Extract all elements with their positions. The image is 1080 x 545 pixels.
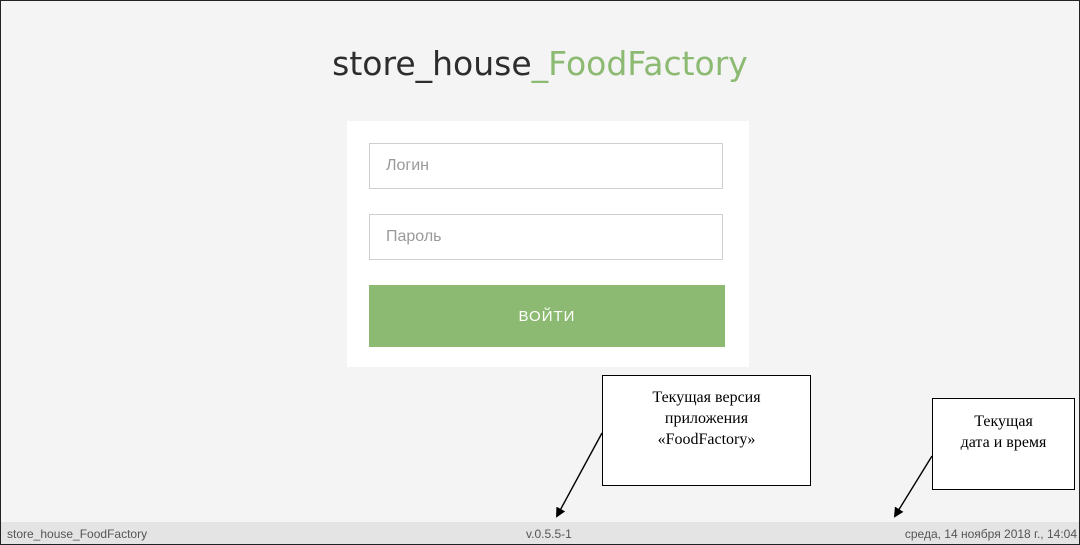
- login-input[interactable]: [369, 143, 723, 189]
- app-title-main: store_house: [332, 44, 532, 83]
- callout-datetime: Текущая дата и время: [932, 398, 1075, 490]
- app-title: store_house_FoodFactory: [0, 44, 1080, 83]
- login-button[interactable]: ВОЙТИ: [369, 285, 725, 347]
- status-bar: store_house_FoodFactory v.0.5.5-1 среда,…: [1, 522, 1079, 544]
- login-card: ВОЙТИ: [347, 121, 749, 367]
- status-app-name: store_house_FoodFactory: [7, 527, 148, 541]
- callout-datetime-line-2: дата и время: [960, 434, 1047, 451]
- callout-datetime-line-1: Текущая: [974, 413, 1033, 430]
- password-input[interactable]: [369, 214, 723, 260]
- callout-version: Текущая версия приложения «FoodFactory»: [602, 375, 811, 486]
- callout-version-line-1: Текущая версия: [652, 389, 761, 406]
- callout-version-line-3: «FoodFactory»: [657, 431, 756, 448]
- status-version: v.0.5.5-1: [526, 527, 572, 541]
- app-title-accent: _FoodFactory: [531, 44, 748, 83]
- callout-version-line-2: приложения: [664, 410, 749, 427]
- status-datetime: среда, 14 ноября 2018 г., 14:04: [904, 527, 1077, 541]
